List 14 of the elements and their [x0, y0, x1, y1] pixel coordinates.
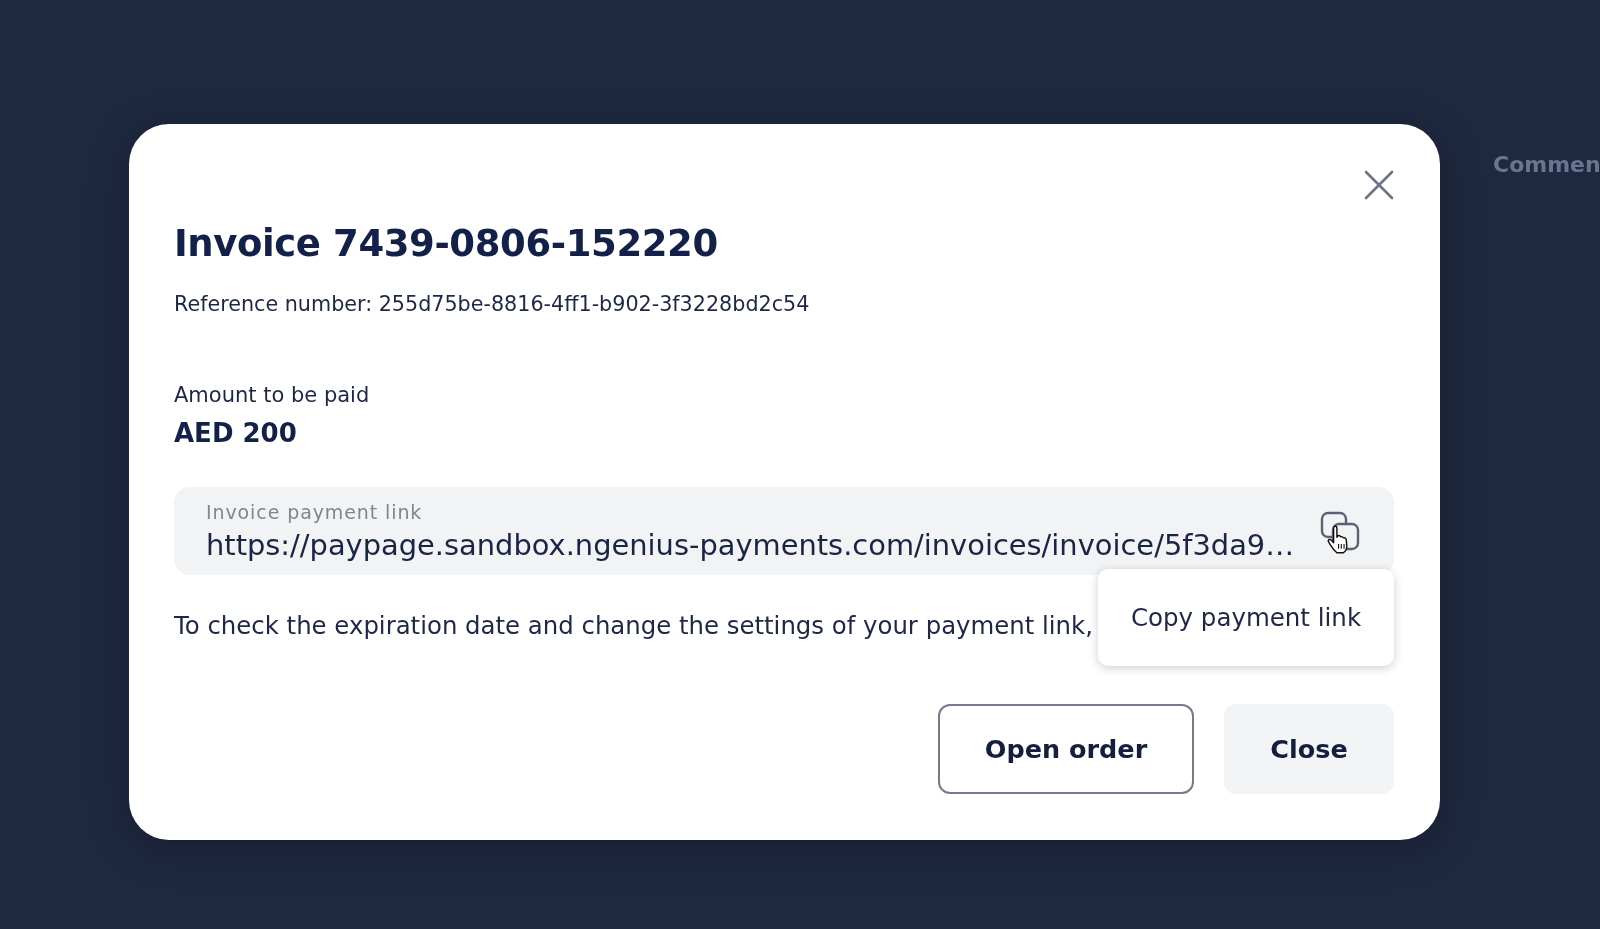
open-order-button[interactable]: Open order — [938, 704, 1194, 794]
reference-number: Reference number: 255d75be-8816-4ff1-b902-3f3228bd2c54 — [174, 291, 811, 318]
expiration-note: To check the expiration date and change the settings of your payment link, — [174, 610, 1093, 642]
amount-label: Amount to be paid — [174, 382, 371, 409]
field-label: Invoice payment link — [206, 500, 424, 524]
hand-cursor-icon — [1327, 525, 1349, 554]
close-icon[interactable] — [1364, 170, 1394, 200]
invoice-title: Invoice 7439-0806-152220 — [174, 221, 719, 267]
copy-tooltip: Copy payment link — [1098, 569, 1394, 666]
payment-link-field[interactable]: Invoice payment link https://paypage.sandbox.ngenius-payments.com/invoices/invoice/5f3da9… — [174, 487, 1394, 575]
background-heading: Commen — [1493, 151, 1600, 179]
payment-link-url: https://paypage.sandbox.ngenius-payments.com/invoices/invoice/5f3da9… — [206, 528, 1295, 562]
close-button[interactable]: Close — [1224, 704, 1394, 794]
amount-value: AED 200 — [174, 417, 298, 450]
